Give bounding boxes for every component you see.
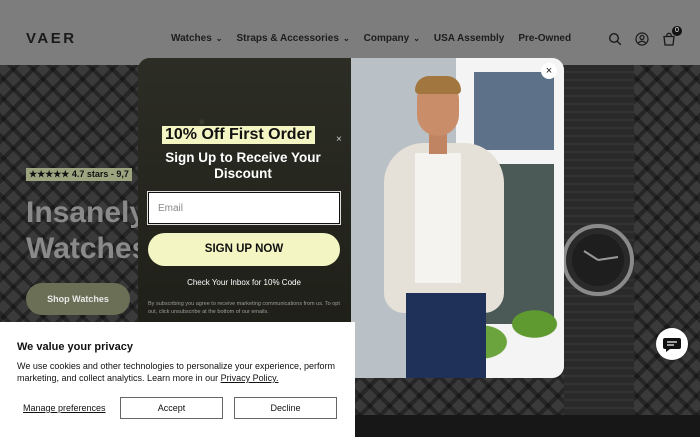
hero-title-line1: Insanely — [26, 196, 147, 229]
cookie-text: We use cookies and other technologies to… — [17, 360, 337, 384]
decline-button[interactable]: Decline — [234, 397, 337, 419]
nav-straps-label: Straps & Accessories — [236, 33, 339, 44]
cart-icon[interactable]: 0 — [662, 26, 682, 46]
nav-company-label: Company — [363, 33, 410, 44]
cookie-banner: We value your privacy We use cookies and… — [0, 322, 355, 437]
manage-preferences-link[interactable]: Manage preferences — [23, 403, 106, 413]
cart-count-badge: 0 — [672, 26, 682, 36]
window-pane-sky — [474, 72, 554, 150]
nav-straps-accessories[interactable]: Straps & Accessories ⌄ — [236, 33, 349, 44]
email-field[interactable] — [147, 191, 341, 225]
main-nav: Watches ⌄ Straps & Accessories ⌄ Company ⌄ … — [171, 33, 571, 44]
chevron-down-icon: ⌄ — [413, 34, 420, 43]
model-tshirt — [415, 153, 461, 283]
chat-icon — [663, 338, 681, 352]
cookie-body: We use cookies and other technologies to… — [17, 361, 336, 383]
nav-usa-label: USA Assembly — [433, 33, 505, 44]
nav-usa-assembly[interactable]: USA Assembly — [434, 33, 504, 44]
accept-button[interactable]: Accept — [120, 397, 223, 419]
privacy-policy-link[interactable]: Privacy Policy. — [221, 373, 279, 383]
nav-company[interactable]: Company ⌄ — [364, 33, 420, 44]
watch-image — [562, 224, 634, 296]
search-icon[interactable] — [608, 32, 622, 46]
nav-pre-owned[interactable]: Pre-Owned — [518, 33, 571, 44]
header-icons: 0 — [608, 26, 682, 46]
logo[interactable]: VAER — [26, 30, 77, 47]
sign-up-button[interactable]: SIGN UP NOW — [148, 233, 340, 266]
model-hair — [415, 76, 461, 94]
hero-title-line2: Watches — [26, 232, 149, 265]
inbox-note: Check Your Inbox for 10% Code — [187, 278, 301, 287]
account-icon[interactable] — [635, 32, 649, 46]
hero-title: Insanely Watches — [26, 195, 148, 267]
close-icon: × — [336, 134, 342, 145]
nav-watches[interactable]: Watches ⌄ — [171, 33, 222, 44]
offer-heading: 10% Off First Order — [162, 126, 315, 144]
model-pants — [406, 293, 486, 378]
cookie-title: We value your privacy — [17, 341, 133, 353]
close-icon[interactable]: × — [541, 63, 557, 79]
site-header: VAER Watches ⌄ Straps & Accessories ⌄ Comp… — [0, 0, 700, 65]
fine-print: By subscribing you agree to receive mark… — [148, 301, 340, 315]
chevron-down-icon: ⌄ — [215, 34, 223, 43]
shop-watches-button[interactable]: Shop Watches — [26, 283, 130, 315]
rating-badge: ★★★★★ 4.7 stars - 9,7 — [26, 168, 132, 181]
nav-pre-owned-label: Pre-Owned — [518, 33, 572, 44]
chat-button[interactable] — [656, 328, 688, 360]
signup-headline: Sign Up to Receive Your Discount — [165, 150, 321, 181]
chevron-down-icon: ⌄ — [342, 34, 350, 43]
nav-watches-label: Watches — [171, 33, 212, 44]
popup-model-image — [351, 58, 564, 378]
